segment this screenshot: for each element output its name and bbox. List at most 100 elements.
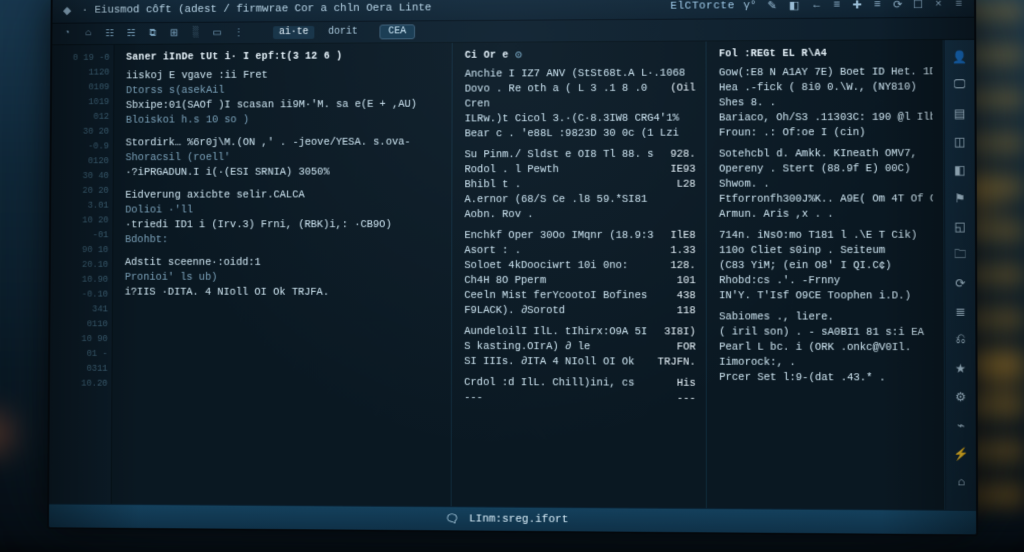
user-icon[interactable]: 👤 — [950, 48, 968, 66]
gutter-line: 10.20 — [54, 377, 108, 392]
drop-icon[interactable]: ⎌ — [951, 331, 970, 349]
code-line: Stordirk… %6r0j\M.(ON ,' . -jeove/YESA. … — [126, 135, 442, 151]
pane-left-title: Saner iInDe tUt i· I epf:t(3 12 6 ) — [126, 50, 342, 66]
kv-key: Ceeln Mist ferYcootoI Bofines — [464, 289, 668, 304]
info-line: Sotehcbl d. Amkk. KIneath OMV7, — [719, 147, 933, 163]
app-window: ◆ · Eiusmod côft (adest / firmwrae Cor a… — [47, 0, 978, 536]
gutter-line: 0110 — [54, 317, 108, 332]
right-sidebar: 👤 🖵 ▤ ◫ ◧ ⚑ ◱ 🗀 ⟳ ≣ ⎌ ★ ⚙ ⌁ ⚡ ⌂ — [944, 40, 976, 510]
m-icon-8[interactable]: ⋮ — [232, 26, 246, 40]
tab-1[interactable]: dorit — [322, 26, 363, 39]
menu-icon[interactable]: ≡ — [870, 0, 884, 12]
info-line: Bariaco, Oh/S3 .11303C: 190 @l Ilb..) — [719, 111, 933, 127]
pane-mid[interactable]: Ci Or e ⊙ Anchie I IZ7 ANV (StSt68t.A L·… — [452, 41, 707, 508]
kv-value: --- — [677, 392, 696, 407]
kv-row: S kasting.OIrA) ∂ leFOR — [464, 340, 696, 356]
star-icon[interactable]: ★ — [951, 359, 970, 377]
kv-key: --- — [464, 391, 669, 407]
cfg-icon[interactable]: γ° — [743, 0, 757, 13]
close-icon[interactable]: × — [931, 0, 945, 11]
m-icon-6[interactable]: ░ — [189, 26, 203, 40]
editor-body: 0 19 -011200109101901230 20-0.9012030 40… — [49, 40, 976, 510]
code-line: Dtorss s(asekAil — [126, 83, 442, 99]
gutter-line: -01 — [55, 228, 109, 243]
grid-icon[interactable]: ◫ — [951, 133, 969, 151]
code-line: Pronioi' ls ub) — [125, 271, 442, 286]
code-line: Eidverung axicbte selir.CALCA — [125, 188, 441, 203]
info-line: Rhobd:cs .'. -Frnny — [719, 274, 933, 289]
pane-right-header: Fol :REGt EL R\A4 — [719, 46, 933, 62]
kv-value: 101 — [677, 274, 696, 289]
kv-key: Crdol :d IlL. Chill)ini, cs — [464, 376, 669, 392]
info-line: ( iril son) . - sA0BI1 81 s:i EA — [719, 325, 933, 341]
list-icon[interactable]: ≡ — [830, 0, 844, 12]
info-line: IN'Y. T'Isf O9CE Toophen i.D.) — [719, 289, 933, 304]
monitor-icon[interactable]: 🖵 — [950, 76, 968, 94]
kv-row: Su Pinm./ Sldst e OI8 Tl 88. s 928. — [465, 148, 696, 164]
info-line: Pearl L bc. i (ORK .onkc@V0Il. — [719, 341, 933, 357]
minimize-icon[interactable]: ☐ — [911, 0, 925, 12]
m-icon-4[interactable]: ⧉ — [146, 26, 160, 40]
kv-key: S kasting.OIrA) ∂ le — [464, 340, 668, 356]
chart-icon[interactable]: ◱ — [951, 218, 969, 236]
panes: Saner iInDe tUt i· I epf:t(3 12 6 ) iisk… — [112, 40, 976, 510]
kv-key: ILRw.)t Cicol 3.·(C·8.3IW8 CRG4'1% — [465, 112, 688, 128]
reload-icon[interactable]: ⟳ — [891, 0, 905, 12]
gutter-line: 10.90 — [55, 273, 109, 288]
kv-key: Bhibl t . — [465, 178, 669, 193]
window-controls: ← ≡ ✚ ≡ ⟳ ☐ × ≡ — [809, 0, 966, 12]
m-icon-2[interactable]: ☷ — [103, 27, 117, 41]
info-line: Ftforronfh300J%K.. A9E( Om 4T Of COKi — [719, 192, 933, 207]
kv-key: Su Pinm./ Sldst e OI8 Tl 88. s — [465, 148, 663, 164]
info-line: Froun: .: Of:oe I (cin) — [719, 126, 933, 142]
m-icon-7[interactable]: ▭ — [210, 26, 224, 40]
kv-row: Bhibl t . L28 — [465, 178, 696, 193]
layers-icon[interactable]: ≣ — [951, 303, 969, 321]
pane-left[interactable]: Saner iInDe tUt i· I epf:t(3 12 6 ) iisk… — [112, 43, 453, 506]
left-block: Eidverung axicbte selir.CALCADolioi ·'ll… — [125, 188, 442, 248]
info-line: Gow(:E8 N A1AY 7E) Boet ID Het. 1D.) — [719, 65, 933, 81]
pane-mid-header: Ci Or e ⊙ — [465, 48, 696, 64]
kv-row: Anchie I IZ7 ANV (StSt68t.A L·.1068 — [465, 67, 696, 83]
add-icon[interactable]: ✚ — [850, 0, 864, 12]
back-icon[interactable]: ← — [809, 0, 823, 12]
gutter-line: 20.10 — [55, 258, 109, 273]
m-icon-5[interactable]: ⊞ — [167, 26, 181, 40]
more-icon[interactable]: ≡ — [952, 0, 966, 11]
m-icon-0[interactable]: ◔ — [60, 27, 74, 41]
gutter-line: 341 — [54, 302, 108, 317]
kv-value: L28 — [677, 178, 696, 193]
kv-row: Ceeln Mist ferYcootoI Bofines438 — [464, 289, 695, 304]
doc-icon[interactable]: ▤ — [950, 104, 968, 122]
gutter-line: 0 19 -0 — [56, 51, 110, 66]
kv-row: Rodol . l PewthIE93 — [465, 163, 696, 179]
info-line: Iimorock:, . — [719, 356, 933, 372]
kv-row: Aobn. Rov . — [464, 208, 695, 223]
m-icon-1[interactable]: ⌂ — [81, 27, 95, 41]
folder-icon[interactable]: 🗀 — [951, 246, 969, 264]
kv-value: 928. — [670, 148, 695, 163]
code-line: i?IIS ·DITA. 4 NIoll OI Ok TRJFA. — [125, 286, 442, 301]
info-line: Opereny . Stert (88.9f E) 00C) — [719, 162, 933, 178]
app-icon: ◆ — [60, 3, 74, 17]
tag-icon[interactable]: ⌂ — [952, 473, 971, 491]
edit-icon[interactable]: ✎ — [765, 0, 779, 13]
refresh-icon[interactable]: ⟳ — [951, 274, 969, 292]
tab-0[interactable]: ai·te — [273, 26, 314, 39]
m-icon-3[interactable]: ☵ — [124, 27, 138, 41]
gutter-line: 1019 — [56, 95, 110, 110]
flag-icon[interactable]: ⚑ — [951, 189, 969, 207]
pane-right[interactable]: Fol :REGt EL R\A4 Gow(:E8 N A1AY 7E) Boe… — [707, 40, 946, 510]
kv-key: Bear c . 'e88L :9823D 30 0c (1 Lzi — [465, 127, 688, 143]
gutter-line: 30 40 — [55, 169, 109, 184]
key-icon[interactable]: ⌁ — [952, 416, 971, 434]
panel-icon[interactable]: ◧ — [787, 0, 801, 12]
kv-row: Ch4H 8O Pperm101 — [464, 274, 695, 289]
gutter-line: 30 20 — [56, 125, 110, 140]
gear-icon[interactable]: ⚙ — [951, 388, 970, 406]
bolt-icon[interactable]: ⚡ — [952, 445, 971, 463]
pane-mid-title: Ci Or e — [465, 49, 509, 64]
status-text: LInm:sreg.ifort — [469, 513, 568, 526]
cea-pill[interactable]: CEA — [379, 24, 415, 39]
filter-icon[interactable]: ◧ — [951, 161, 969, 179]
